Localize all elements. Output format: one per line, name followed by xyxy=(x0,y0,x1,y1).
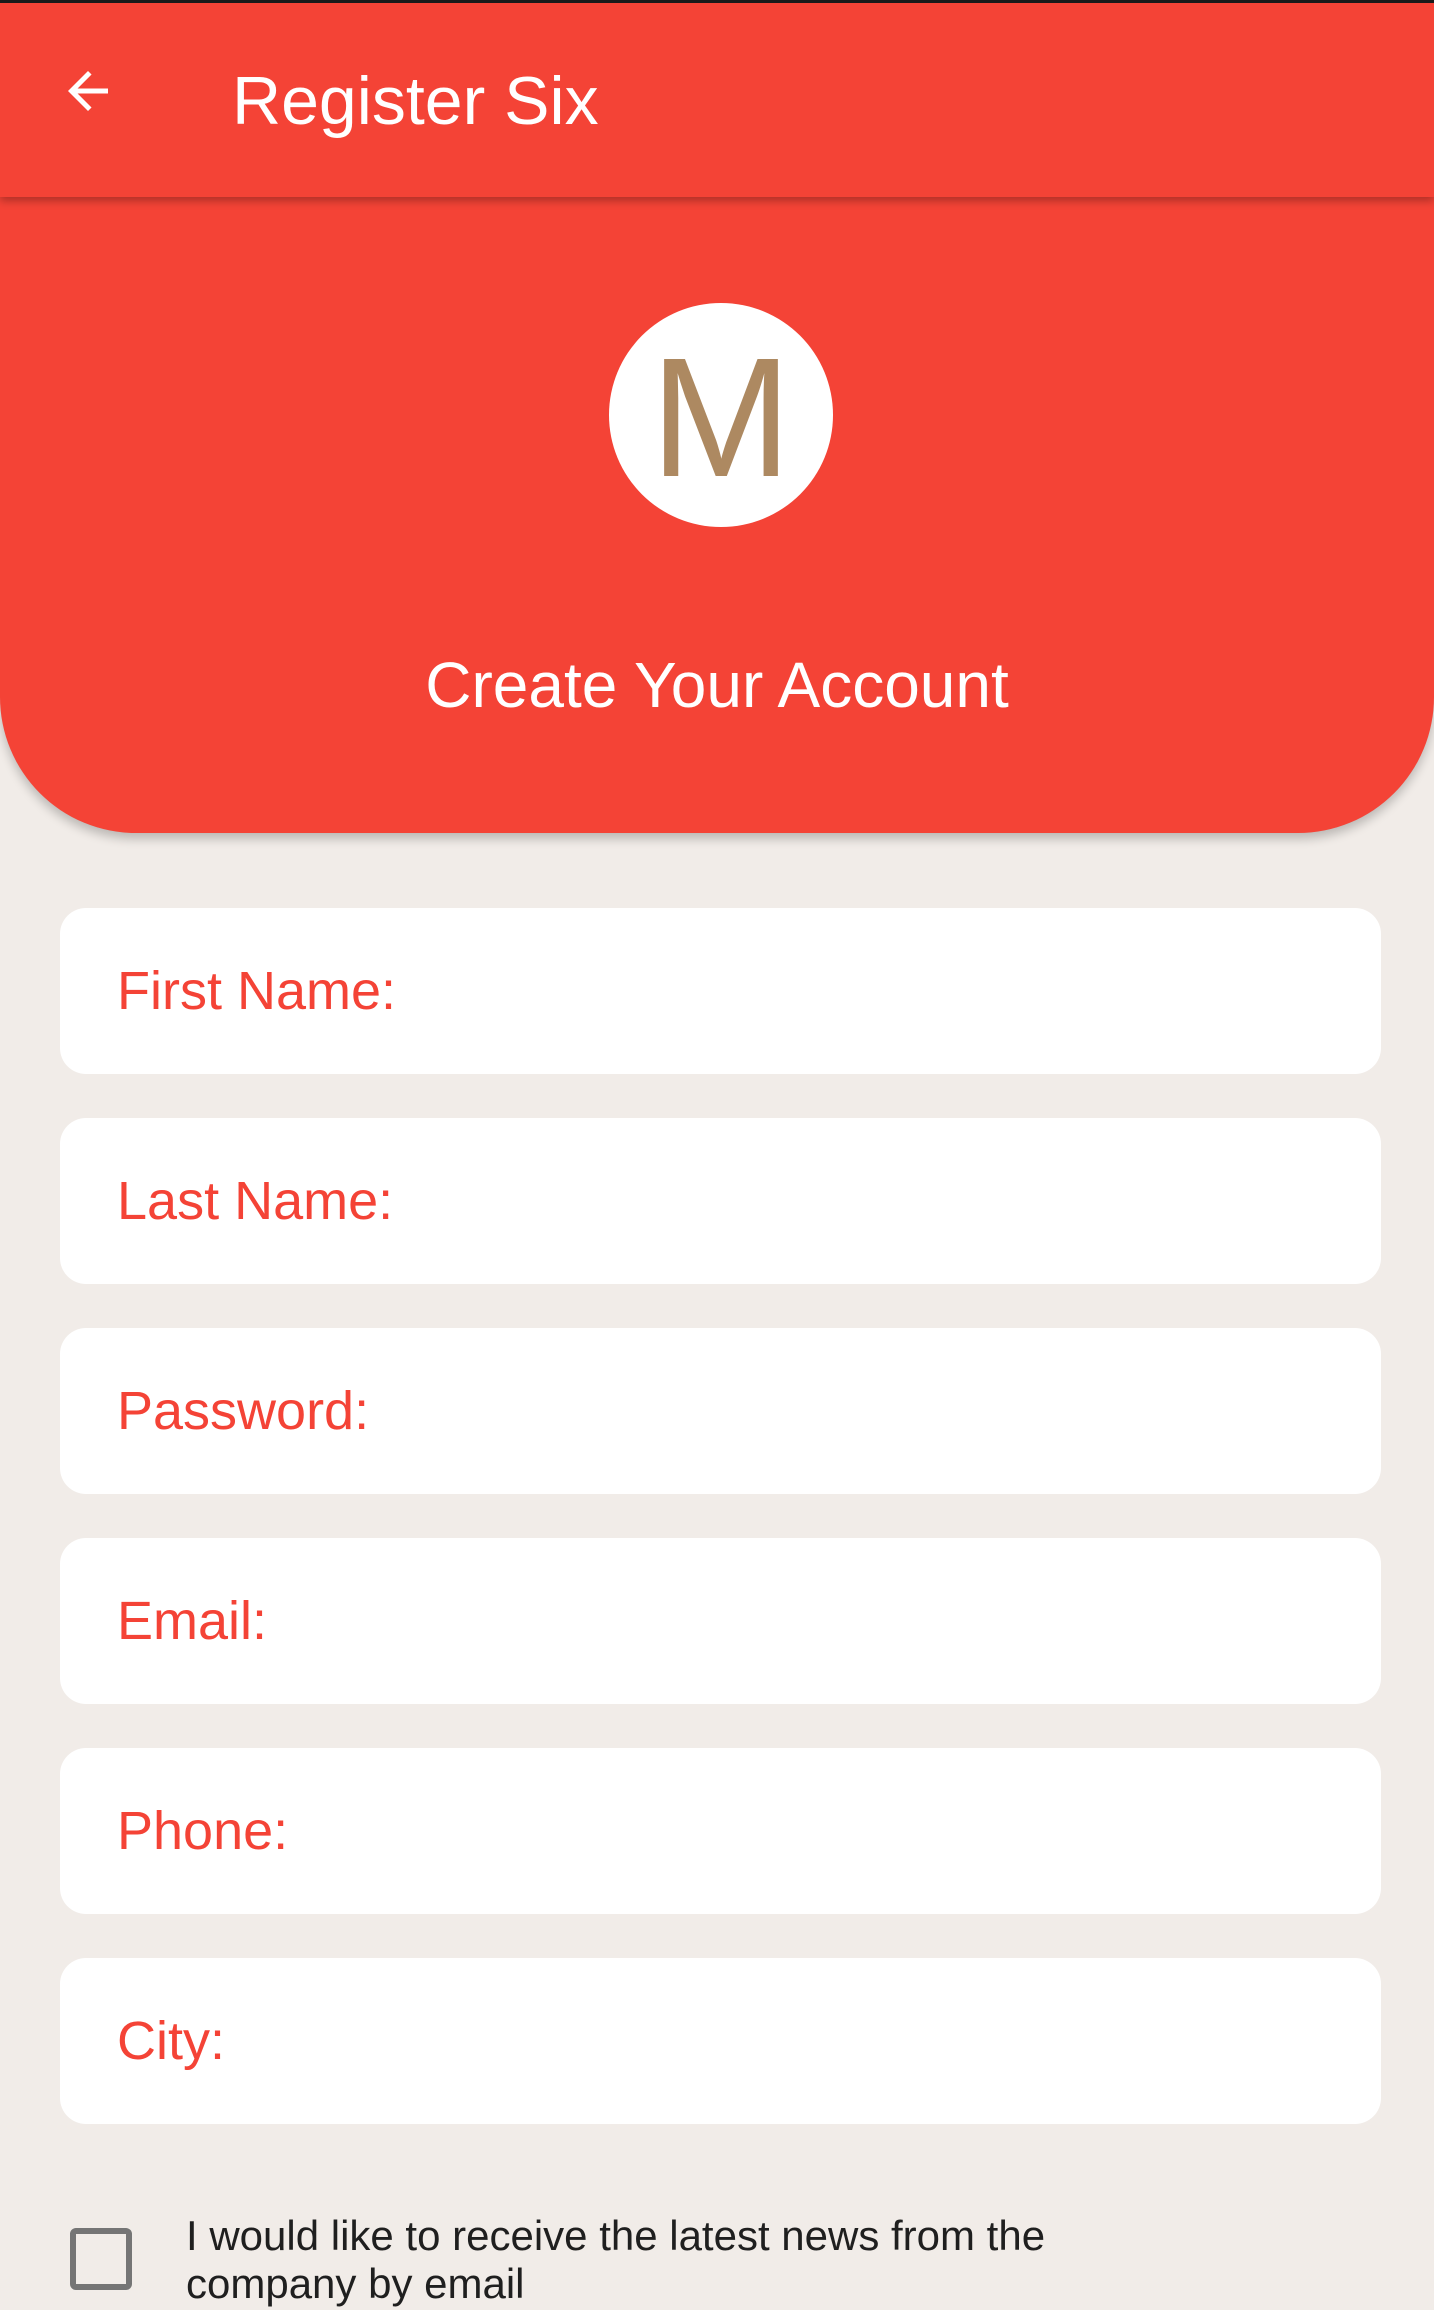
last-name-field[interactable]: Last Name: xyxy=(60,1118,1381,1284)
newsletter-label: I would like to receive the latest news … xyxy=(186,2212,1046,2307)
registration-form: First Name: Last Name: Password: Email: … xyxy=(60,908,1381,2168)
page-title: Register Six xyxy=(232,63,599,139)
create-account-heading: Create Your Account xyxy=(425,649,1009,721)
first-name-field[interactable]: First Name: xyxy=(60,908,1381,1074)
app-bar: Register Six xyxy=(0,0,1434,197)
email-field[interactable]: Email: xyxy=(60,1538,1381,1704)
header-banner: M Create Your Account xyxy=(0,197,1434,833)
newsletter-checkbox[interactable] xyxy=(70,2228,132,2290)
back-button[interactable] xyxy=(40,43,136,139)
password-input[interactable] xyxy=(60,1328,1381,1494)
avatar: M xyxy=(609,303,833,527)
email-input[interactable] xyxy=(60,1538,1381,1704)
password-field[interactable]: Password: xyxy=(60,1328,1381,1494)
city-field[interactable]: City: xyxy=(60,1958,1381,2124)
newsletter-option: I would like to receive the latest news … xyxy=(70,2210,1370,2310)
first-name-input[interactable] xyxy=(60,908,1381,1074)
last-name-input[interactable] xyxy=(60,1118,1381,1284)
arrow-left-icon xyxy=(68,71,108,111)
city-input[interactable] xyxy=(60,1958,1381,2124)
phone-input[interactable] xyxy=(60,1748,1381,1914)
phone-field[interactable]: Phone: xyxy=(60,1748,1381,1914)
avatar-letter: M xyxy=(650,323,792,513)
